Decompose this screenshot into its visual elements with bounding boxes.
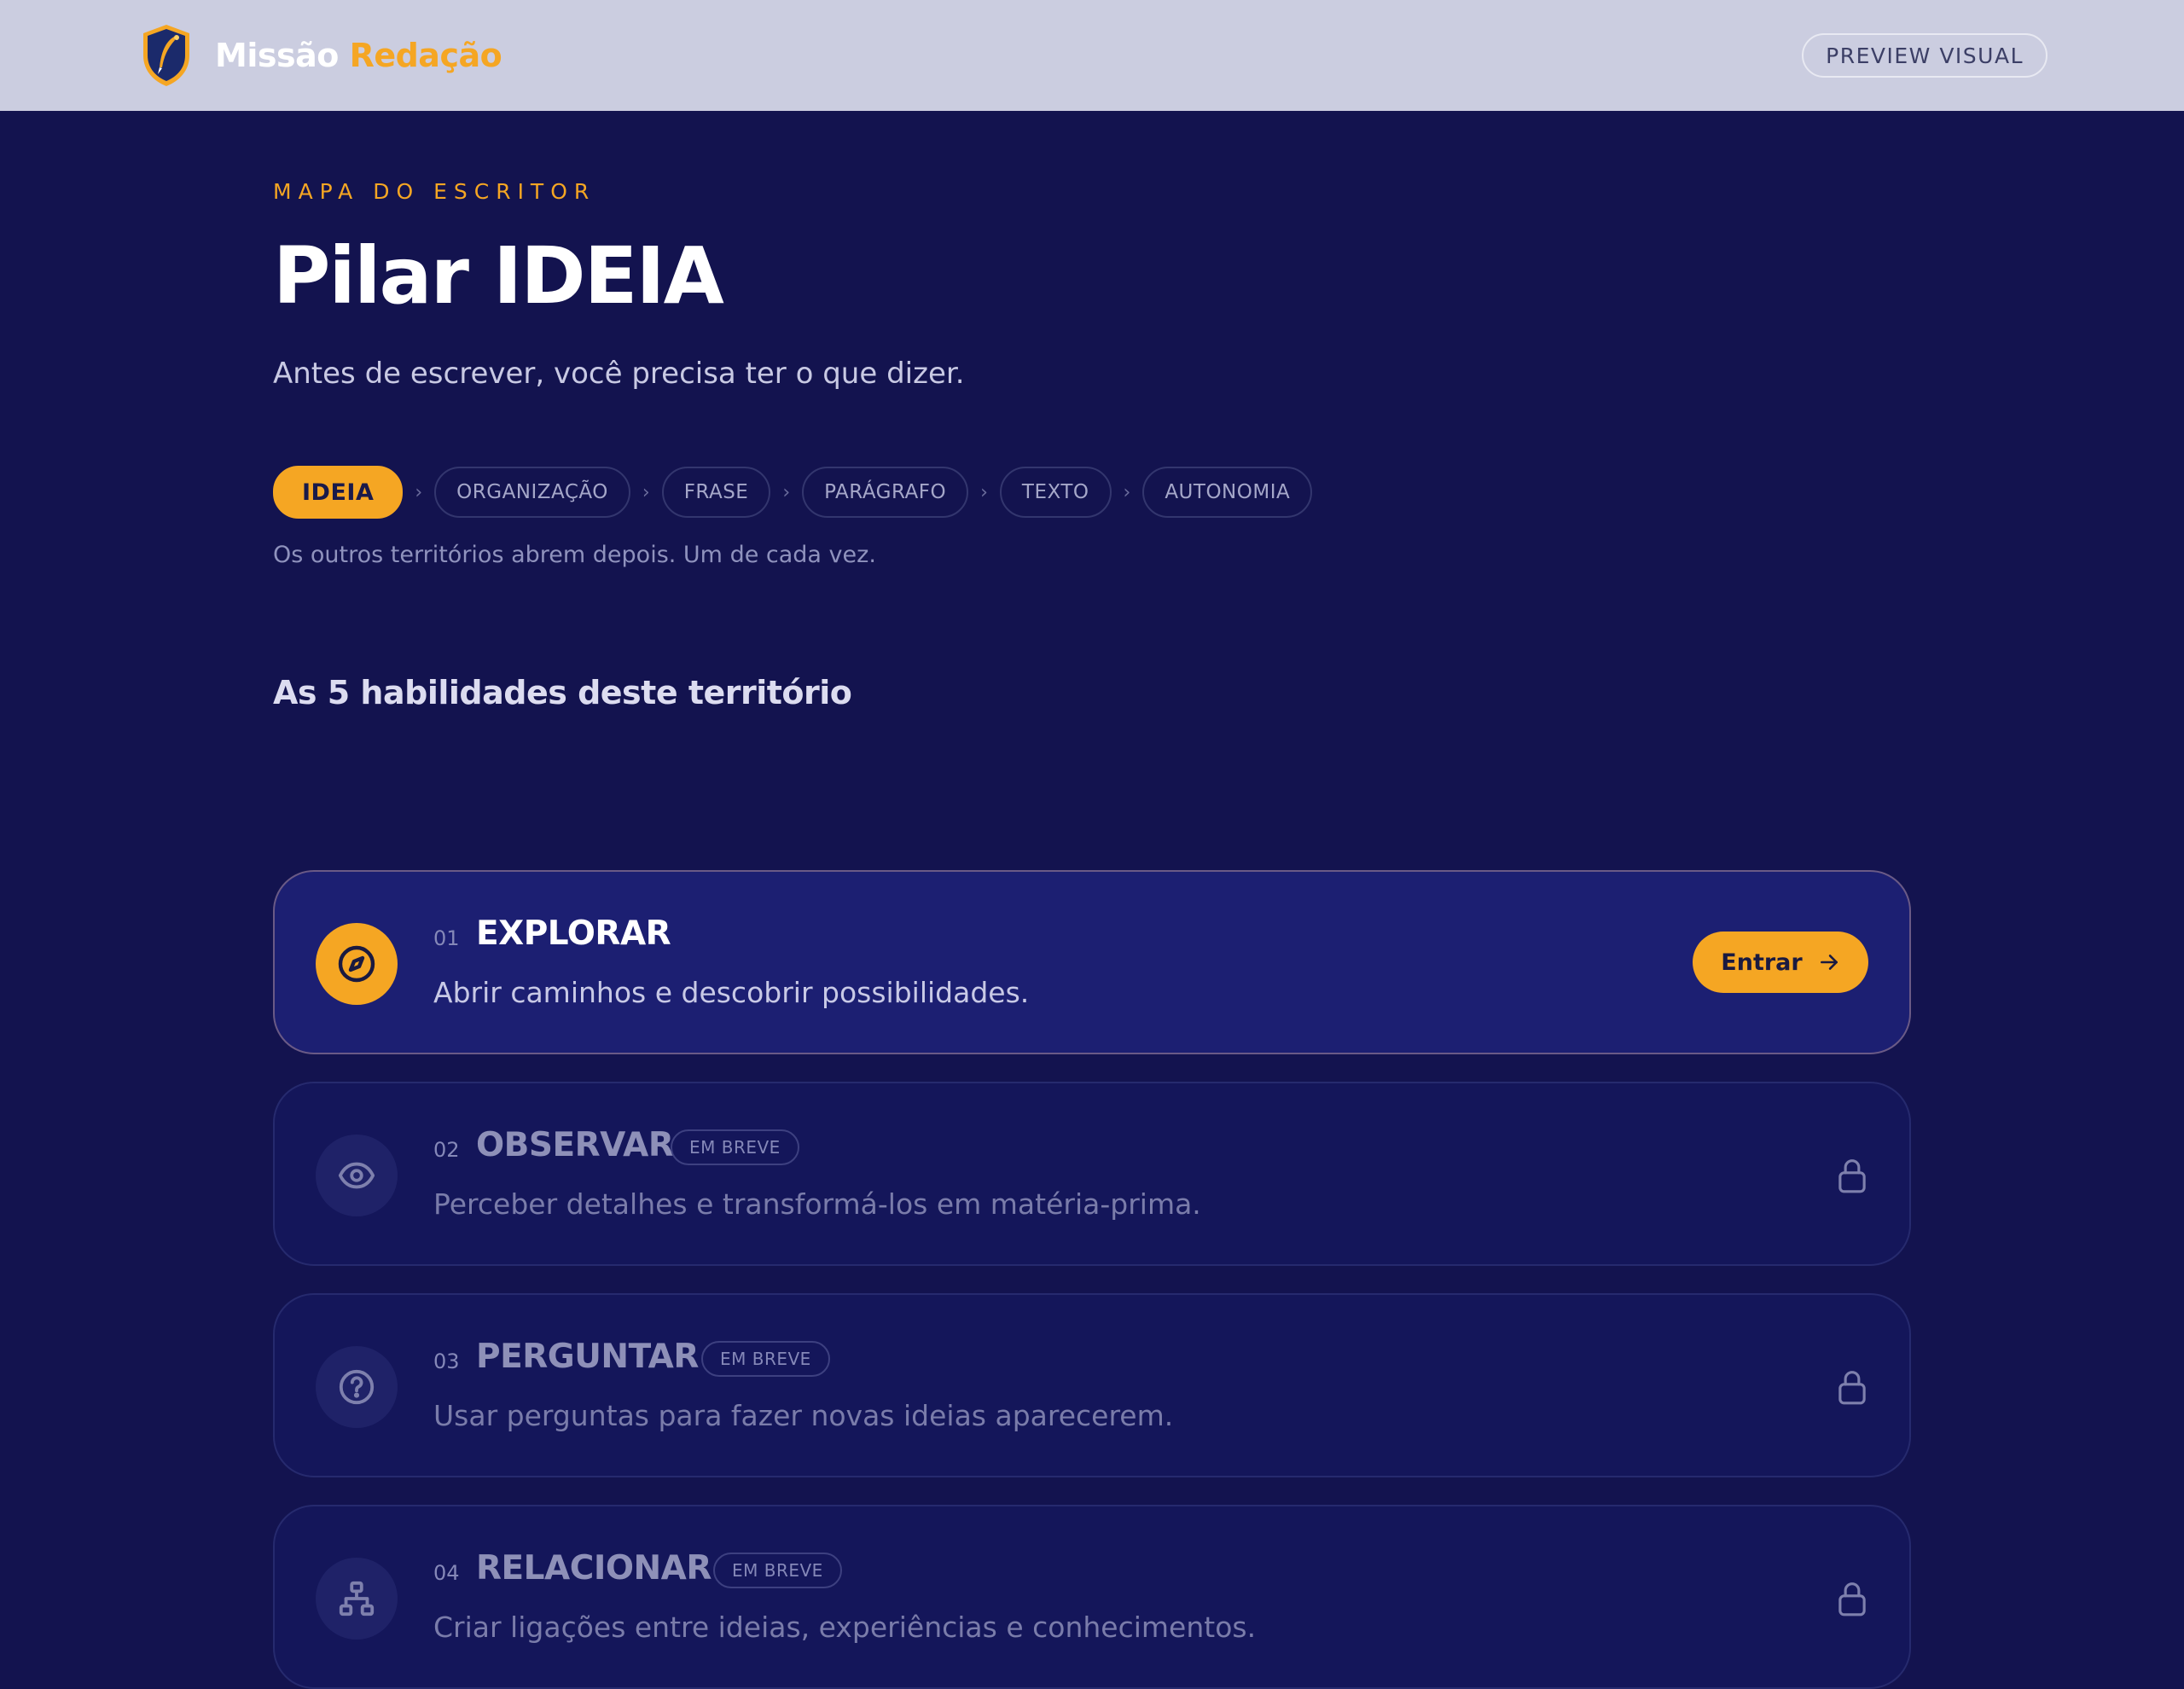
page-title: Pilar IDEIA xyxy=(273,230,724,322)
path-step-organizacao[interactable]: ORGANIZAÇÃO xyxy=(434,467,630,518)
chevron-right-icon: › xyxy=(980,481,988,503)
question-icon xyxy=(316,1346,398,1428)
skill-description: Perceber detalhes e transformá-los em ma… xyxy=(433,1187,1201,1221)
chevron-right-icon: › xyxy=(782,481,791,503)
skill-number: 04 xyxy=(433,1561,460,1585)
preview-visual-button[interactable]: PREVIEW VISUAL xyxy=(1802,33,2048,78)
skill-description: Criar ligações entre ideias, experiência… xyxy=(433,1611,1257,1644)
skill-card-explorar[interactable]: 01 EXPLORAR Abrir caminhos e descobrir p… xyxy=(273,870,1911,1054)
enter-button[interactable]: Entrar xyxy=(1693,932,1868,993)
path-note: Os outros territórios abrem depois. Um d… xyxy=(273,542,876,568)
coming-soon-badge: EM BREVE xyxy=(671,1129,799,1165)
skill-name: PERGUNTAR xyxy=(476,1338,699,1376)
path-step-texto[interactable]: TEXTO xyxy=(999,467,1112,518)
skill-card-observar: 02 OBSERVAR EM BREVE Perceber detalhes e… xyxy=(273,1082,1911,1266)
brand[interactable]: Missão Redação xyxy=(140,23,502,88)
skills-section-title: As 5 habilidades deste território xyxy=(273,674,852,711)
network-icon xyxy=(316,1558,398,1640)
territory-path: IDEIA › ORGANIZAÇÃO › FRASE › PARÁGRAFO … xyxy=(273,466,1313,519)
skill-number: 01 xyxy=(433,926,460,950)
shield-quill-logo-icon xyxy=(143,25,189,86)
skill-number: 03 xyxy=(433,1349,460,1373)
enter-button-label: Entrar xyxy=(1721,949,1803,976)
lock-icon xyxy=(1838,1371,1866,1405)
eyebrow-label: MAPA DO ESCRITOR xyxy=(273,179,596,204)
coming-soon-badge: EM BREVE xyxy=(713,1553,842,1588)
chevron-right-icon: › xyxy=(1123,481,1131,503)
skill-card-relacionar: 04 RELACIONAR EM BREVE Criar ligações en… xyxy=(273,1505,1911,1689)
top-bar: Missão Redação PREVIEW VISUAL xyxy=(0,0,2184,111)
skill-number: 02 xyxy=(433,1138,460,1162)
lock-icon xyxy=(1838,1582,1866,1616)
path-step-autonomia[interactable]: AUTONOMIA xyxy=(1142,467,1313,518)
path-step-paragrafo[interactable]: PARÁGRAFO xyxy=(802,467,969,518)
skill-description: Usar perguntas para fazer novas ideias a… xyxy=(433,1399,1174,1432)
page-subtitle: Antes de escrever, você precisa ter o qu… xyxy=(273,357,965,391)
path-step-ideia[interactable]: IDEIA xyxy=(273,466,404,519)
skill-card-perguntar: 03 PERGUNTAR EM BREVE Usar perguntas par… xyxy=(273,1293,1911,1477)
skill-name: OBSERVAR xyxy=(476,1126,674,1164)
brand-name-part1: Missão xyxy=(215,37,339,74)
path-step-frase[interactable]: FRASE xyxy=(661,467,771,518)
compass-icon xyxy=(316,923,398,1005)
chevron-right-icon: › xyxy=(642,481,650,503)
skill-name: RELACIONAR xyxy=(476,1549,712,1587)
eye-icon xyxy=(316,1135,398,1216)
coming-soon-badge: EM BREVE xyxy=(701,1341,830,1377)
chevron-right-icon: › xyxy=(415,481,423,503)
lock-icon xyxy=(1838,1159,1866,1193)
skill-name: EXPLORAR xyxy=(476,914,671,953)
brand-name-part2: Redação xyxy=(349,37,502,74)
skill-description: Abrir caminhos e descobrir possibilidade… xyxy=(433,976,1030,1009)
arrow-right-icon xyxy=(1820,955,1838,970)
